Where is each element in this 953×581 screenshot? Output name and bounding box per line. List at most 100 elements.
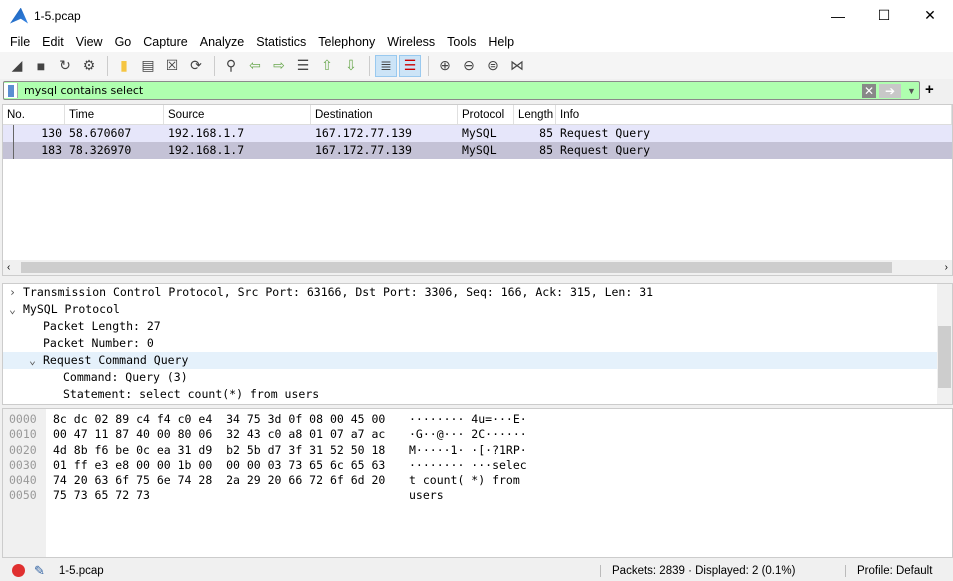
close-button[interactable]: ✕ <box>907 0 953 31</box>
menu-tools[interactable]: Tools <box>442 35 481 49</box>
capture-options-button[interactable]: ⚙ <box>78 55 100 77</box>
start-capture-button[interactable]: ◢ <box>6 55 28 77</box>
colorize-icon: ☰ <box>403 57 417 73</box>
column-header-info[interactable]: Info <box>556 105 952 124</box>
menu-help[interactable]: Help <box>483 35 519 49</box>
menu-go[interactable]: Go <box>110 35 137 49</box>
menu-view[interactable]: View <box>71 35 108 49</box>
go-back-button[interactable]: ⇦ <box>244 55 266 77</box>
add-filter-button[interactable]: + <box>925 81 934 98</box>
horizontal-scrollbar[interactable]: ‹ › <box>3 260 952 275</box>
detail-text: Command: Query (3) <box>63 370 188 384</box>
title-bar: 1-5.pcap — ☐ ✕ <box>0 0 953 31</box>
column-header-time[interactable]: Time <box>65 105 164 124</box>
detail-line[interactable]: ⌄ Request Command Query <box>3 352 952 369</box>
menu-capture[interactable]: Capture <box>138 35 192 49</box>
detail-text: Statement: select count(*) from users <box>63 387 320 401</box>
detail-line[interactable]: ⌄ MySQL Protocol <box>3 301 952 318</box>
apply-filter-button[interactable]: ➔ <box>879 83 901 98</box>
bytes-hex-line: 01 ff e3 e8 00 00 1b 00 00 00 03 73 65 6… <box>53 457 386 472</box>
colorize-button[interactable]: ☰ <box>399 54 421 77</box>
detail-text: MySQL Protocol <box>23 302 120 316</box>
bytes-offsets-line: 0030 <box>9 457 37 472</box>
column-header-destination[interactable]: Destination <box>311 105 458 124</box>
packet-cell: 58.670607 <box>69 126 132 140</box>
menu-statistics[interactable]: Statistics <box>251 35 311 49</box>
details-scrollbar[interactable] <box>937 284 952 404</box>
collapse-arrow-icon[interactable]: ⌄ <box>9 301 23 318</box>
close-file-icon: ☒ <box>165 57 179 73</box>
normal-size-icon: ⊜ <box>487 57 499 73</box>
restart-capture-icon: ↻ <box>59 57 71 73</box>
status-profile[interactable]: Profile: Default <box>845 564 932 577</box>
bytes-offsets-line: 0050 <box>9 488 37 503</box>
go-to-packet-button[interactable]: ☰ <box>292 55 314 77</box>
detail-line[interactable]: Packet Number: 0 <box>3 335 952 352</box>
open-file-icon: ▮ <box>120 57 128 73</box>
menu-edit[interactable]: Edit <box>37 35 69 49</box>
menu-telephony[interactable]: Telephony <box>313 35 380 49</box>
zoom-out-button[interactable]: ⊖ <box>458 55 480 77</box>
auto-scroll-button[interactable]: ≣ <box>375 54 397 77</box>
column-header-length[interactable]: Length <box>514 105 556 124</box>
packet-cell: 167.172.77.139 <box>315 143 412 157</box>
bytes-hex-line: 8c dc 02 89 c4 f4 c0 e4 34 75 3d 0f 08 0… <box>53 412 386 426</box>
bytes-hex-line: 75 73 65 72 73 <box>53 488 150 503</box>
bytes-offsets-line: 0040 <box>9 473 37 488</box>
zoom-in-button[interactable]: ⊕ <box>434 55 456 77</box>
find-packet-icon: ⚲ <box>225 57 237 73</box>
save-file-button[interactable]: ▤ <box>137 55 159 77</box>
start-capture-icon: ◢ <box>11 57 23 73</box>
wireshark-logo-icon <box>10 7 28 24</box>
detail-line[interactable]: › Transmission Control Protocol, Src Port… <box>3 284 952 301</box>
column-header-source[interactable]: Source <box>164 105 311 124</box>
bytes-offsets-line: 0020 <box>9 442 37 457</box>
capture-options-icon: ⚙ <box>82 57 96 73</box>
detail-line[interactable]: Packet Length: 27 <box>3 318 952 335</box>
packet-cell: Request Query <box>560 143 651 157</box>
last-packet-icon: ⇩ <box>345 57 357 73</box>
menu-bar: File Edit View Go Capture Analyze Statistics Te… <box>0 31 953 52</box>
display-filter-input[interactable] <box>18 84 862 97</box>
bookmark-icon[interactable] <box>4 83 18 98</box>
go-to-packet-icon: ☰ <box>296 57 310 73</box>
toolbar-separator <box>428 55 429 76</box>
packet-cell: MySQL <box>462 126 497 140</box>
packet-cell: 78.326970 <box>69 143 132 157</box>
menu-analyze[interactable]: Analyze <box>195 35 249 49</box>
open-file-button[interactable]: ▮ <box>113 55 135 77</box>
go-forward-icon: ⇨ <box>273 57 285 73</box>
minimize-button[interactable]: — <box>815 0 861 31</box>
capture-comment-icon[interactable]: ✎ <box>34 563 45 579</box>
maximize-button[interactable]: ☐ <box>861 0 907 31</box>
bytes-hex-line: 00 47 11 87 40 00 80 06 32 43 c0 a8 01 0… <box>53 427 386 442</box>
menu-wireless[interactable]: Wireless <box>382 35 440 49</box>
find-packet-button[interactable]: ⚲ <box>220 55 242 77</box>
normal-size-button[interactable]: ⊜ <box>482 55 504 77</box>
packet-row[interactable]: 183 78.326970 192.168.1.7 167.172.77.139 MyS… <box>3 142 952 159</box>
packet-row[interactable]: 130 58.670607 192.168.1.7 167.172.77.139 MyS… <box>3 125 952 142</box>
expand-arrow-icon[interactable]: › <box>9 284 23 301</box>
last-packet-button[interactable]: ⇩ <box>340 55 362 77</box>
toolbar-separator <box>214 55 215 76</box>
first-packet-button[interactable]: ⇧ <box>316 55 338 77</box>
menu-file[interactable]: File <box>5 35 35 49</box>
main-toolbar: ◢ ■ ↻ ⚙ ▮ ▤ ☒ ⟳ ⚲ ⇦ ⇨ ☰ ⇧ ⇩ ≣ ☰ ⊕ ⊖ ⊜ ⋈ <box>0 52 953 79</box>
go-back-icon: ⇦ <box>249 57 261 73</box>
reload-file-button[interactable]: ⟳ <box>185 55 207 77</box>
clear-filter-button[interactable]: ✕ <box>862 83 876 98</box>
resize-columns-button[interactable]: ⋈ <box>506 55 528 77</box>
detail-line[interactable]: Statement: select count(*) from users <box>3 386 952 403</box>
stop-capture-button[interactable]: ■ <box>30 55 52 77</box>
column-header-protocol[interactable]: Protocol <box>458 105 514 124</box>
go-forward-button[interactable]: ⇨ <box>268 55 290 77</box>
packet-cell: MySQL <box>462 143 497 157</box>
detail-line[interactable]: Command: Query (3) <box>3 369 952 386</box>
restart-capture-button[interactable]: ↻ <box>54 55 76 77</box>
close-file-button[interactable]: ☒ <box>161 55 183 77</box>
expert-info-icon[interactable] <box>12 564 25 577</box>
packet-cell: Request Query <box>560 126 651 140</box>
collapse-arrow-icon[interactable]: ⌄ <box>29 352 43 369</box>
filter-history-dropdown[interactable]: ▼ <box>907 86 919 96</box>
column-header-no[interactable]: No. <box>3 105 65 124</box>
